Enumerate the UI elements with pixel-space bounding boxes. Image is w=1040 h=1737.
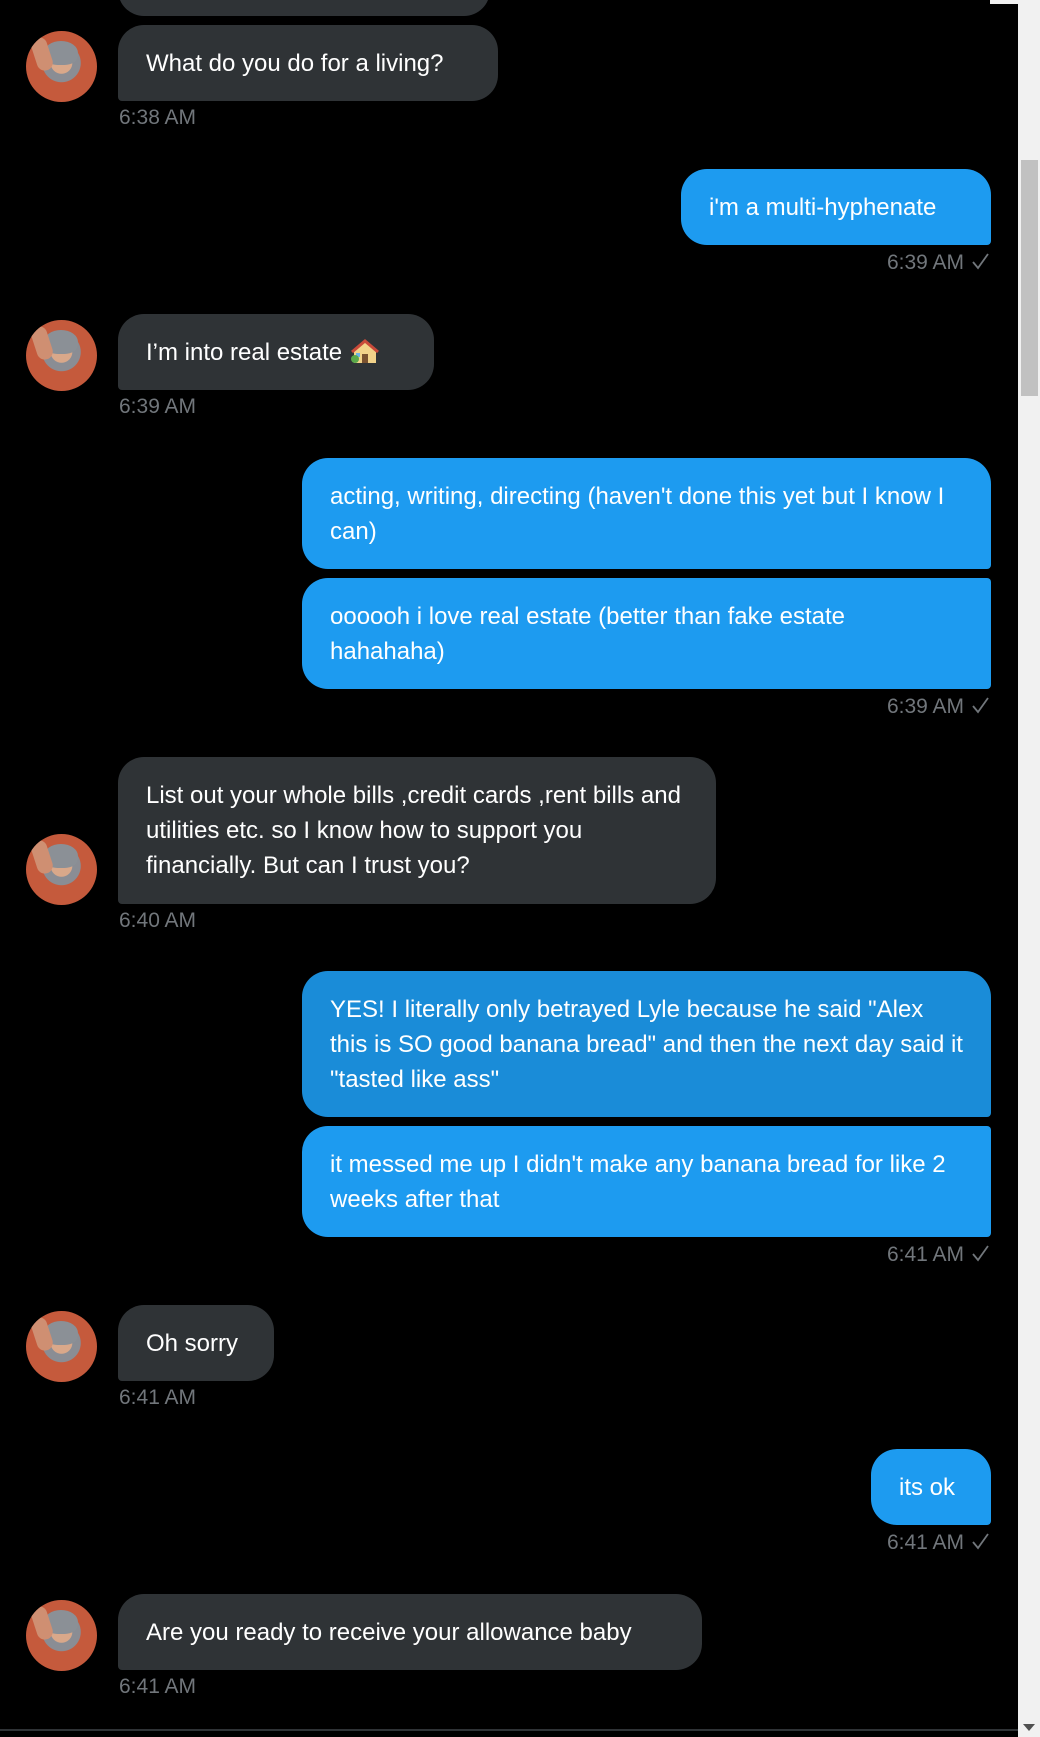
message-timestamp-row: 6:41 AM (760, 1243, 990, 1267)
scroll-down-arrow-icon[interactable] (1023, 1724, 1035, 1731)
message-text: Oh sorry (146, 1329, 239, 1357)
received-message-bubble[interactable]: Are you ready to receive your allowance … (118, 1594, 702, 1670)
message-text: it messed me up I didn't make any banana… (330, 1150, 953, 1213)
message-text: List out your whole bills ,credit cards … (146, 782, 688, 879)
sent-message-bubble[interactable]: oooooh i love real estate (better than f… (302, 578, 991, 689)
scrollbar-thumb[interactable] (1021, 160, 1038, 396)
message-text: What do you do for a living? (146, 49, 444, 77)
message-text: its ok (899, 1473, 956, 1501)
message-timestamp: 6:41 AM (119, 1675, 197, 1698)
message-timestamp-row: 6:39 AM (760, 251, 990, 275)
message-timestamp: 6:41 AM (119, 1386, 197, 1409)
message-timestamp: 6:39 AM (886, 251, 964, 274)
sent-check-icon (972, 253, 989, 270)
sent-message-bubble[interactable]: acting, writing, directing (haven't done… (302, 458, 991, 569)
message-text: YES! I literally only betrayed Lyle beca… (330, 995, 970, 1093)
message-timestamp: 6:40 AM (119, 909, 197, 932)
avatar[interactable] (26, 1600, 97, 1671)
received-message-bubble[interactable]: What do you do for a living? (118, 25, 498, 101)
avatar[interactable] (26, 834, 97, 905)
message-timestamp: 6:41 AM (886, 1531, 964, 1554)
message-text: i'm a multi-hyphenate (709, 193, 937, 221)
divider (0, 1729, 1018, 1731)
message-timestamp: 6:39 AM (119, 395, 197, 418)
avatar[interactable] (26, 320, 97, 391)
message-timestamp-row: 6:41 AM (760, 1531, 990, 1555)
message-timestamp: 6:38 AM (119, 106, 197, 129)
sent-check-icon (972, 1245, 989, 1262)
conversation-thread: What do you do for a living? 6:38 AM i'm… (0, 0, 1018, 1737)
received-message-bubble[interactable]: List out your whole bills ,credit cards … (118, 757, 716, 904)
window-edge (990, 0, 1018, 4)
message-text: oooooh i love real estate (better than f… (330, 602, 852, 665)
vertical-scrollbar[interactable] (1018, 0, 1040, 1737)
sent-message-bubble[interactable]: YES! I literally only betrayed Lyle beca… (302, 971, 991, 1117)
house-icon (351, 339, 380, 363)
sent-check-icon (972, 697, 989, 714)
message-timestamp-row: 6:39 AM (760, 695, 990, 719)
received-message-bubble[interactable]: I’m into real estate (118, 314, 434, 390)
message-timestamp: 6:41 AM (886, 1243, 964, 1266)
previous-message-bubble[interactable] (118, 0, 490, 16)
avatar[interactable] (26, 1311, 97, 1382)
sent-check-icon (972, 1533, 989, 1550)
message-text: I’m into real estate (146, 338, 343, 366)
received-message-bubble[interactable]: Oh sorry (118, 1305, 274, 1381)
message-timestamp: 6:39 AM (886, 695, 964, 718)
sent-message-bubble[interactable]: i'm a multi-hyphenate (681, 169, 991, 245)
message-text: acting, writing, directing (haven't done… (330, 482, 951, 545)
sent-message-bubble[interactable]: its ok (871, 1449, 991, 1525)
avatar[interactable] (26, 31, 97, 102)
sent-message-bubble[interactable]: it messed me up I didn't make any banana… (302, 1126, 991, 1237)
message-text: Are you ready to receive your allowance … (146, 1618, 632, 1646)
